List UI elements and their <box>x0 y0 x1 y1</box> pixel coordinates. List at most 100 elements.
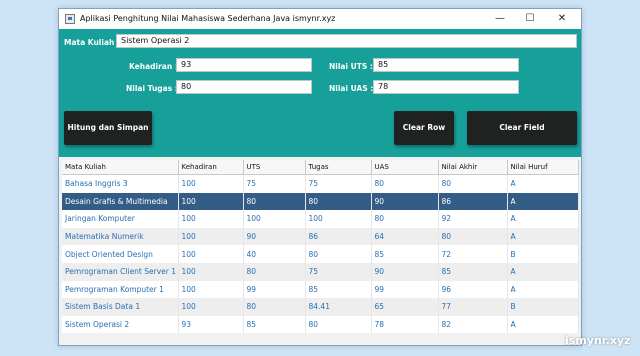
grades-table: Mata Kuliah Kehadiran UTS Tugas UAS Nilai Akh… <box>62 160 579 334</box>
table-cell[interactable]: 100 <box>178 280 244 299</box>
table-cell[interactable]: 80 <box>243 192 306 211</box>
table-cell[interactable]: 85 <box>243 315 306 334</box>
table-cell[interactable]: 85 <box>371 245 439 263</box>
input-panel: Mata Kuliah : Sistem Operasi 2 Kehadiran… <box>59 29 581 157</box>
column-header[interactable]: Kehadiran <box>178 160 244 175</box>
clear-row-button[interactable]: Clear Row <box>394 111 454 145</box>
table-cell[interactable]: 85 <box>305 280 372 299</box>
table-cell[interactable]: Matematika Numerik <box>62 227 179 246</box>
table-row[interactable]: Sistem Basis Data 1 100 80 84.41 65 77 B <box>62 298 579 316</box>
table-cell[interactable]: A <box>507 174 579 193</box>
nilai-uas-label: Nilai UAS : <box>329 84 374 93</box>
table-row[interactable]: Sistem Operasi 2 93 85 80 78 82 A <box>62 315 579 334</box>
table-cell[interactable]: 100 <box>178 245 244 263</box>
table-row[interactable]: Desain Grafis & Multimedia 100 80 80 90 86 A <box>62 192 579 211</box>
table-cell[interactable]: A <box>507 192 579 211</box>
table-cell[interactable]: 99 <box>243 280 306 299</box>
table-cell[interactable]: 80 <box>371 174 439 193</box>
column-header[interactable]: Nilai Huruf <box>507 160 579 175</box>
table-cell[interactable]: 80 <box>305 192 372 211</box>
table-cell[interactable]: 65 <box>371 298 439 316</box>
mata-kuliah-label: Mata Kuliah : <box>64 38 120 47</box>
table-cell[interactable]: 100 <box>305 210 372 228</box>
mata-kuliah-field[interactable]: Sistem Operasi 2 <box>116 34 577 48</box>
table-cell[interactable]: 40 <box>243 245 306 263</box>
table-cell[interactable]: 75 <box>305 262 372 281</box>
table-cell[interactable]: 86 <box>438 192 508 211</box>
nilai-uas-field[interactable]: 78 <box>373 80 519 94</box>
column-header[interactable]: Mata Kuliah <box>62 160 179 175</box>
nilai-uts-label: Nilai UTS : <box>329 62 373 71</box>
table-cell[interactable]: B <box>507 245 579 263</box>
table-cell[interactable]: 96 <box>438 280 508 299</box>
maximize-icon[interactable]: ☐ <box>515 9 545 29</box>
table-cell[interactable]: B <box>507 298 579 316</box>
table-cell[interactable]: A <box>507 210 579 228</box>
table-cell[interactable]: 99 <box>371 280 439 299</box>
table-cell[interactable]: 93 <box>178 315 244 334</box>
column-header[interactable]: UTS <box>243 160 306 175</box>
table-cell[interactable]: 80 <box>438 174 508 193</box>
window-title: Aplikasi Penghitung Nilai Mahasiswa Sede… <box>80 14 336 23</box>
column-header[interactable]: UAS <box>371 160 439 175</box>
table-cell[interactable]: 80 <box>438 227 508 246</box>
table-cell[interactable]: 100 <box>178 192 244 211</box>
table-cell[interactable]: 90 <box>243 227 306 246</box>
column-header[interactable]: Tugas <box>305 160 372 175</box>
nilai-tugas-label: Nilai Tugas : <box>126 84 178 93</box>
table-cell[interactable]: Jaringan Komputer <box>62 210 179 228</box>
table-cell[interactable]: 77 <box>438 298 508 316</box>
table-cell[interactable]: 75 <box>243 174 306 193</box>
table-cell[interactable]: Object Oriented Design <box>62 245 179 263</box>
table-cell[interactable]: 64 <box>371 227 439 246</box>
table-cell[interactable]: 75 <box>305 174 372 193</box>
table-cell[interactable]: A <box>507 262 579 281</box>
table-cell[interactable]: 86 <box>305 227 372 246</box>
table-cell[interactable]: 100 <box>178 262 244 281</box>
table-cell[interactable]: 100 <box>178 298 244 316</box>
clear-field-button[interactable]: Clear Field <box>467 111 577 145</box>
table-cell[interactable]: Pemrograman Komputer 1 <box>62 280 179 299</box>
close-icon[interactable]: ✕ <box>547 9 577 29</box>
table-cell[interactable]: 85 <box>438 262 508 281</box>
table-cell[interactable]: Sistem Operasi 2 <box>62 315 179 334</box>
table-cell[interactable]: A <box>507 280 579 299</box>
table-cell[interactable]: 90 <box>371 262 439 281</box>
table-row[interactable]: Jaringan Komputer 100 100 100 80 92 A <box>62 210 579 228</box>
table-header: Mata Kuliah Kehadiran UTS Tugas UAS Nilai Akh… <box>62 160 579 175</box>
hitung-simpan-button[interactable]: Hitung dan Simpan <box>64 111 152 145</box>
kehadiran-label: Kehadiran : <box>129 62 178 71</box>
table-cell[interactable]: 100 <box>178 210 244 228</box>
table-cell[interactable]: 78 <box>371 315 439 334</box>
table-cell[interactable]: Sistem Basis Data 1 <box>62 298 179 316</box>
table-cell[interactable]: 84.41 <box>305 298 372 316</box>
table-row[interactable]: Bahasa Inggris 3 100 75 75 80 80 A <box>62 174 579 193</box>
grades-table-area: Mata Kuliah Kehadiran UTS Tugas UAS Nilai Akh… <box>59 157 581 345</box>
kehadiran-field[interactable]: 93 <box>176 58 312 72</box>
table-cell[interactable]: 80 <box>243 262 306 281</box>
table-cell[interactable]: 80 <box>243 298 306 316</box>
table-cell[interactable]: Pemrograman Client Server 1 <box>62 262 179 281</box>
minimize-icon[interactable]: — <box>485 9 515 29</box>
table-cell[interactable]: 72 <box>438 245 508 263</box>
table-cell[interactable]: 82 <box>438 315 508 334</box>
table-row[interactable]: Object Oriented Design 100 40 80 85 72 B <box>62 245 579 263</box>
table-cell[interactable]: 92 <box>438 210 508 228</box>
table-row[interactable]: Matematika Numerik 100 90 86 64 80 A <box>62 227 579 246</box>
table-cell[interactable]: 80 <box>371 210 439 228</box>
table-cell[interactable]: 80 <box>305 315 372 334</box>
table-row[interactable]: Pemrograman Komputer 1 100 99 85 99 96 A <box>62 280 579 299</box>
table-cell[interactable]: A <box>507 315 579 334</box>
table-cell[interactable]: 80 <box>305 245 372 263</box>
table-cell[interactable]: A <box>507 227 579 246</box>
table-cell[interactable]: 100 <box>243 210 306 228</box>
nilai-uts-field[interactable]: 85 <box>373 58 519 72</box>
nilai-tugas-field[interactable]: 80 <box>176 80 312 94</box>
table-cell[interactable]: Bahasa Inggris 3 <box>62 174 179 193</box>
column-header[interactable]: Nilai Akhir <box>438 160 508 175</box>
table-row[interactable]: Pemrograman Client Server 1 100 80 75 90 85 A <box>62 262 579 281</box>
table-cell[interactable]: 100 <box>178 174 244 193</box>
table-cell[interactable]: Desain Grafis & Multimedia <box>62 192 179 211</box>
table-cell[interactable]: 90 <box>371 192 439 211</box>
table-cell[interactable]: 100 <box>178 227 244 246</box>
